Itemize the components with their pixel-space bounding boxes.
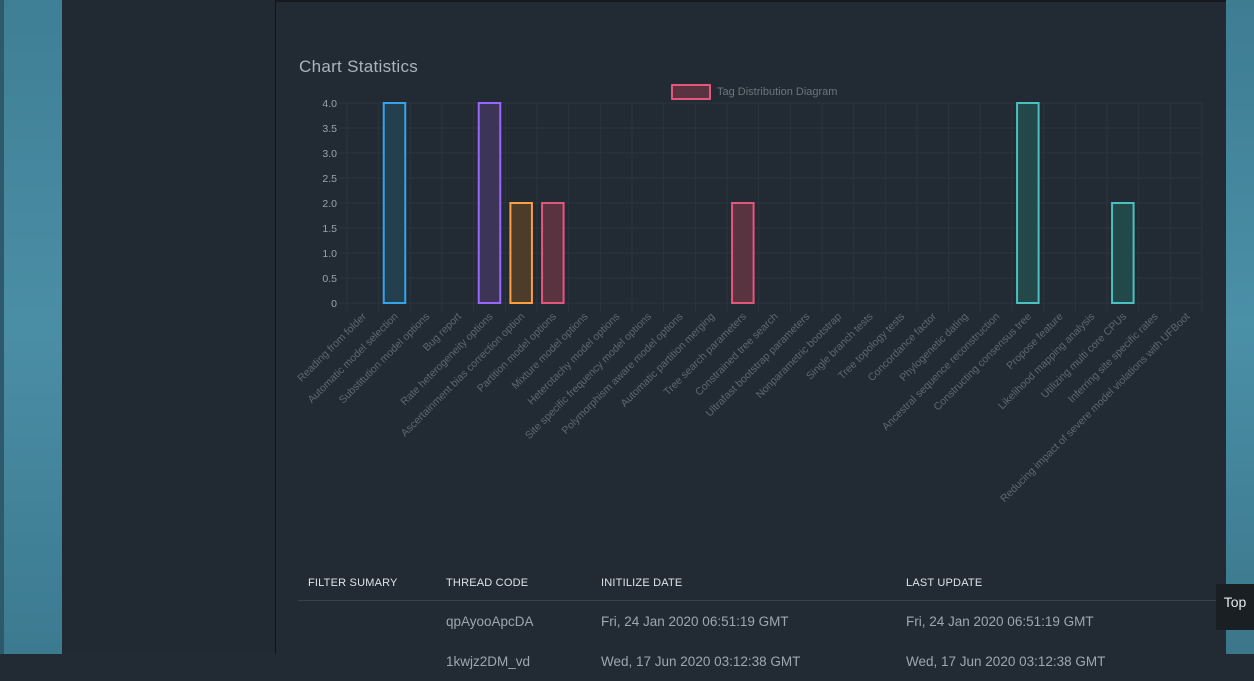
chart-bar — [1111, 202, 1135, 304]
back-to-top-button[interactable]: Top — [1216, 584, 1254, 630]
right-decorative-strip — [1226, 0, 1254, 654]
chart-bar — [382, 102, 407, 304]
left-decorative-strip — [0, 0, 62, 654]
thread-table: FILTER SUMARY THREAD CODE INITILIZE DATE… — [298, 565, 1220, 681]
y-tick-label: 3.5 — [322, 123, 337, 135]
cell-thread-code[interactable]: qpAyooApcDA — [436, 614, 591, 629]
cell-last-update: Fri, 24 Jan 2020 06:51:19 GMT — [906, 613, 1094, 629]
table-header-row: FILTER SUMARY THREAD CODE INITILIZE DATE… — [298, 565, 1220, 601]
cell-initialize-date: Fri, 24 Jan 2020 06:51:19 GMT — [601, 613, 789, 629]
x-tick-label: Propose feature — [1004, 311, 1065, 372]
y-tick-label: 2.0 — [322, 198, 337, 210]
column-header-last-update[interactable]: LAST UPDATE — [896, 577, 1220, 589]
x-tick-label: Ancestral sequence reconstruction — [880, 311, 1003, 434]
column-header-thread-code[interactable]: THREAD CODE — [436, 577, 591, 589]
table-row[interactable]: qpAyooApcDA Fri, 24 Jan 2020 06:51:19 GM… — [298, 601, 1220, 641]
y-tick-label: 0 — [331, 298, 337, 310]
y-tick-label: 1.0 — [322, 248, 337, 260]
chart-bar — [541, 202, 565, 304]
table-row[interactable]: 1kwjz2DM_vd Wed, 17 Jun 2020 03:12:38 GM… — [298, 641, 1220, 681]
cell-thread-code[interactable]: 1kwjz2DM_vd — [436, 654, 591, 669]
y-tick-label: 1.5 — [322, 223, 337, 235]
y-tick-label: 3.0 — [322, 148, 337, 160]
sidebar — [62, 0, 276, 654]
column-header-filter-summary[interactable]: FILTER SUMARY — [298, 577, 436, 589]
cell-initialize-date: Wed, 17 Jun 2020 03:12:38 GMT — [601, 653, 801, 669]
chart-bar — [731, 202, 755, 304]
y-tick-label: 2.5 — [322, 173, 337, 185]
chart-bar — [1016, 102, 1040, 304]
main-content: Chart Statistics Tag Distribution Diagra… — [277, 2, 1226, 669]
chart-bar — [477, 102, 502, 304]
chart-bar — [509, 202, 533, 304]
cell-last-update: Wed, 17 Jun 2020 03:12:38 GMT — [906, 653, 1106, 669]
y-tick-label: 0.5 — [322, 273, 337, 285]
column-header-initialize-date[interactable]: INITILIZE DATE — [591, 577, 896, 589]
y-tick-label: 4.0 — [322, 98, 337, 110]
bar-chart: 00.51.01.52.02.53.03.54.0 Reading from f… — [295, 98, 1203, 505]
